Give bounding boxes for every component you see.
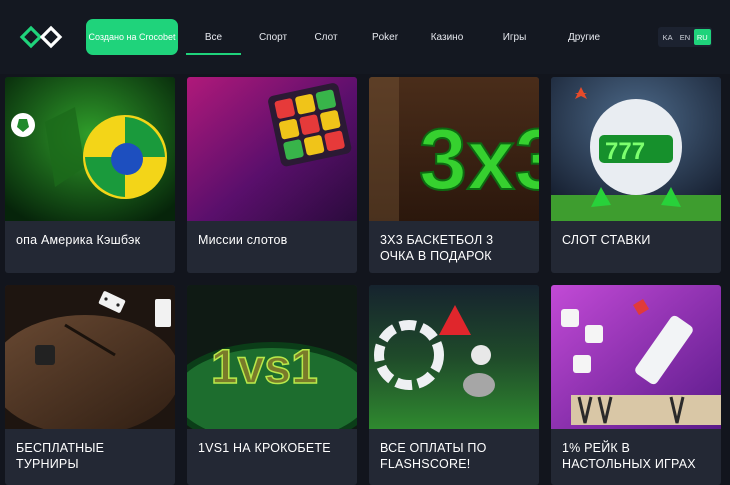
card-title: Миссии слотов: [198, 233, 288, 247]
card-title: 3Х3 БАСКЕТБОЛ 3 ОЧКА В ПОДАРОК: [380, 233, 494, 263]
slot-reels-artwork-text: 777: [605, 138, 645, 165]
promo-card-rake-board-games[interactable]: 1% РЕЙК В НАСТОЛЬНЫХ ИГРАХ: [551, 285, 721, 485]
promo-card-slot-bets[interactable]: 777 СЛОТ СТАВКИ: [551, 77, 721, 273]
tab-games[interactable]: Игры: [471, 22, 558, 52]
lang-ru[interactable]: RU: [693, 29, 711, 45]
one-vs-one-image: 1vs1: [187, 285, 357, 429]
promo-card-1vs1[interactable]: 1vs1 1VS1 НА КРОКОБЕТЕ: [187, 285, 357, 485]
card-title: ВСЕ ОПЛАТЫ ПО FLASHSCORE!: [380, 441, 487, 471]
top-bar: Создано на Crocobet Все Спорт Слот Poker…: [0, 0, 730, 74]
card-title: опа Америка Кэшбэк: [16, 233, 141, 247]
category-nav: Все Спорт Слот Poker Казино Игры Другие: [186, 22, 610, 56]
crocobet-promo-button[interactable]: Создано на Crocobet: [86, 19, 178, 55]
tab-casino[interactable]: Казино: [423, 22, 471, 52]
card-title: 1VS1 НА КРОКОБЕТЕ: [198, 441, 331, 455]
promo-card-copa-america[interactable]: опа Америка Кэшбэк: [5, 77, 175, 273]
tab-sport[interactable]: Спорт: [241, 22, 305, 52]
board-games-image: [551, 285, 721, 429]
promo-card-free-tournaments[interactable]: БЕСПЛАТНЫЕ ТУРНИРЫ: [5, 285, 175, 485]
one-vs-one-artwork-text: 1vs1: [211, 341, 318, 394]
language-switcher: KA EN RU: [658, 27, 712, 47]
card-title: 1% РЕЙК В НАСТОЛЬНЫХ ИГРАХ: [562, 441, 696, 471]
tab-other[interactable]: Другие: [558, 22, 610, 52]
tab-poker[interactable]: Poker: [347, 22, 423, 52]
slot-bets-image: 777: [551, 77, 721, 221]
flashscore-image: [369, 285, 539, 429]
tab-slot[interactable]: Слот: [305, 22, 347, 52]
promo-card-basketball-3x3[interactable]: 3x3 3Х3 БАСКЕТБОЛ 3 ОЧКА В ПОДАРОК: [369, 77, 539, 273]
basketball-3x3-image: 3x3: [369, 77, 539, 221]
lang-en[interactable]: EN: [676, 29, 693, 45]
slot-missions-image: [187, 77, 357, 221]
basketball-3x3-artwork-text: 3x3: [419, 112, 539, 208]
free-tournaments-image: [5, 285, 175, 429]
logo-icon[interactable]: [18, 24, 64, 50]
lang-ka[interactable]: KA: [659, 29, 676, 45]
card-title: БЕСПЛАТНЫЕ ТУРНИРЫ: [16, 441, 105, 471]
card-title: СЛОТ СТАВКИ: [562, 233, 651, 247]
copa-america-image: [5, 77, 175, 221]
promo-card-flashscore-payouts[interactable]: ВСЕ ОПЛАТЫ ПО FLASHSCORE!: [369, 285, 539, 485]
promo-card-slot-missions[interactable]: Миссии слотов: [187, 77, 357, 273]
tab-all[interactable]: Все: [186, 22, 241, 55]
